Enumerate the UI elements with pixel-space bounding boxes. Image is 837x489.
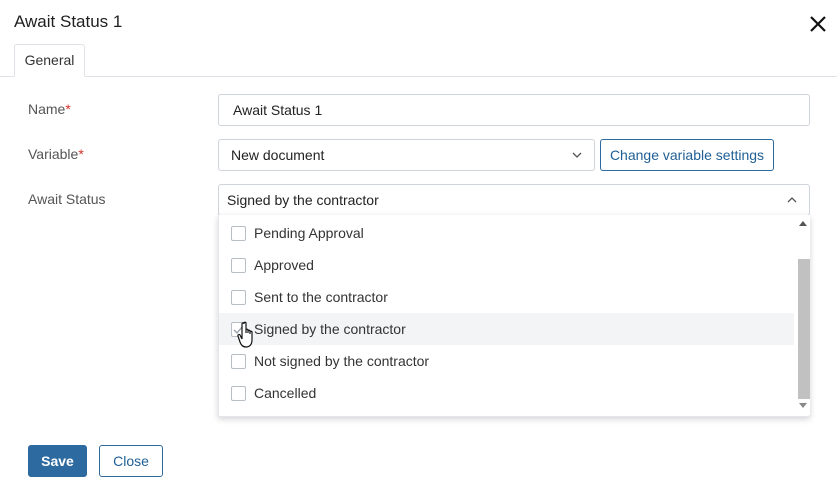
option-label: Approved [254, 257, 314, 273]
await-status-select-value: Signed by the contractor [227, 192, 379, 208]
scroll-up-arrow-icon[interactable] [799, 220, 807, 226]
name-label-text: Name [28, 101, 66, 117]
option-label: Sent to the contractor [254, 289, 388, 305]
checkbox[interactable] [231, 226, 246, 241]
hand-pointer-icon [237, 321, 253, 348]
name-label: Name* [28, 101, 71, 117]
variable-label-text: Variable [28, 146, 79, 162]
variable-select-value: New document [231, 147, 325, 163]
dropdown-scrollbar[interactable] [796, 215, 810, 415]
tab-general[interactable]: General [14, 44, 85, 77]
close-icon[interactable] [806, 12, 830, 36]
option-label: Cancelled [254, 385, 317, 401]
name-input[interactable]: Await Status 1 [218, 94, 810, 126]
scrollbar-thumb[interactable] [798, 259, 810, 399]
option-approved[interactable]: Approved [219, 249, 794, 281]
dialog-title: Await Status 1 [14, 12, 123, 31]
save-button[interactable]: Save [28, 445, 87, 477]
option-cancelled[interactable]: Cancelled [219, 377, 794, 409]
scroll-down-arrow-icon[interactable] [799, 403, 807, 409]
await-status-dropdown: Pending Approval Approved Sent to the co… [218, 215, 810, 417]
option-pending-approval[interactable]: Pending Approval [219, 217, 794, 249]
option-label: Pending Approval [254, 225, 364, 241]
option-label: Signed by the contractor [254, 321, 406, 337]
tab-bar: General [0, 44, 837, 77]
option-not-signed-by-contractor[interactable]: Not signed by the contractor [219, 345, 794, 377]
required-mark: * [78, 146, 84, 162]
change-variable-settings-button[interactable]: Change variable settings [600, 139, 774, 171]
required-mark: * [65, 101, 71, 117]
checkbox[interactable] [231, 290, 246, 305]
chevron-down-icon [572, 152, 582, 158]
option-signed-by-contractor[interactable]: Signed by the contractor [219, 313, 794, 345]
checkbox[interactable] [231, 386, 246, 401]
variable-label: Variable* [28, 146, 84, 162]
checkbox[interactable] [231, 354, 246, 369]
option-label: Not signed by the contractor [254, 353, 430, 369]
checkbox[interactable] [231, 258, 246, 273]
option-sent-to-contractor[interactable]: Sent to the contractor [219, 281, 794, 313]
chevron-up-icon [787, 197, 797, 203]
variable-select[interactable]: New document [218, 139, 595, 171]
await-status-select[interactable]: Signed by the contractor [218, 184, 810, 216]
close-button[interactable]: Close [99, 445, 163, 477]
await-status-label: Await Status [28, 191, 106, 207]
